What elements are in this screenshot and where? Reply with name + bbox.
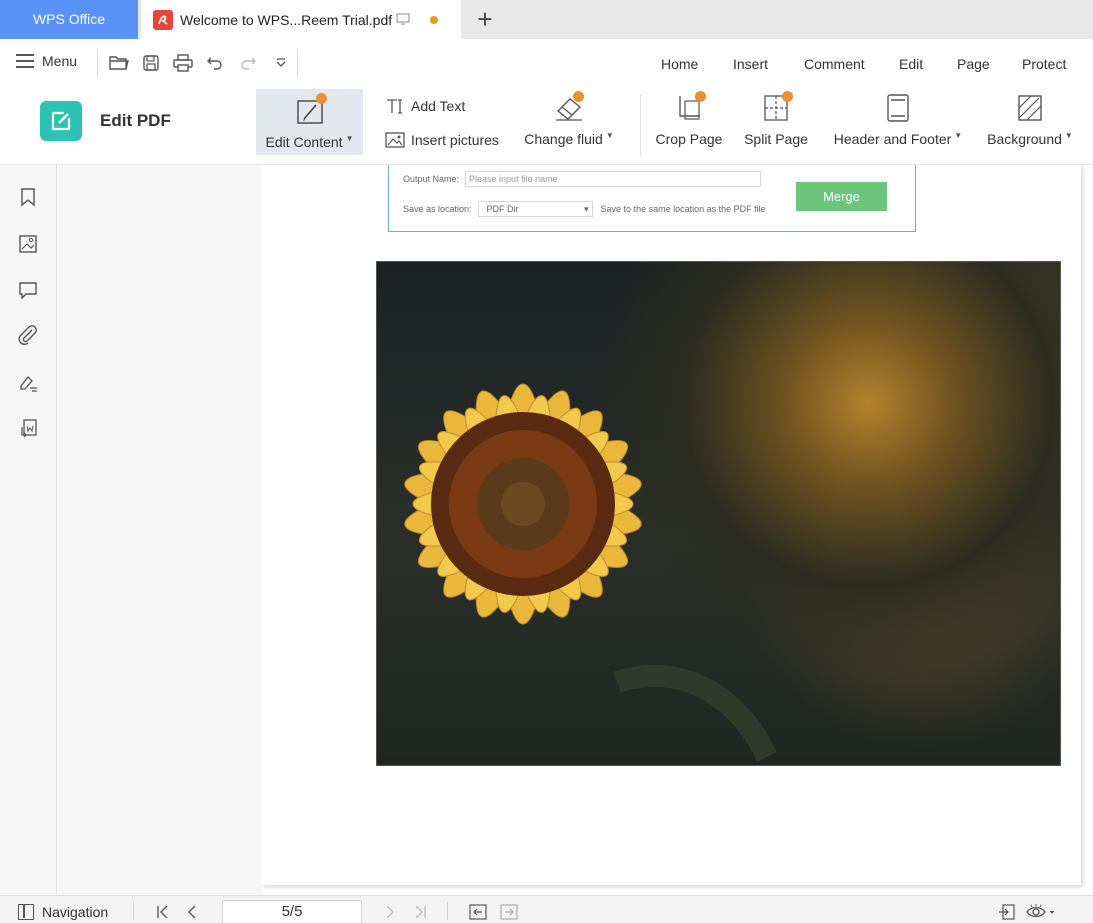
title-bar: WPS Office Welcome to WPS...Reem Trial.p… [0,0,1093,39]
tab-page[interactable]: Page [957,56,990,72]
tab-insert[interactable]: Insert [733,56,768,72]
header-footer-icon [885,91,911,125]
print-icon[interactable] [172,52,194,74]
first-page-icon[interactable] [156,902,170,922]
tab-edit[interactable]: Edit [899,56,923,72]
next-page-icon[interactable] [384,902,396,922]
divider [447,902,448,920]
save-location-label: Save as location: [403,204,472,214]
previous-page-icon[interactable] [186,902,198,922]
crop-page-label: Crop Page [655,131,723,147]
app-tab-wps-office[interactable]: WPS Office [0,0,138,39]
sunflower-illustration [404,383,777,762]
image-thumbnail-icon[interactable] [16,232,40,256]
change-fluid-label: Change fluid [524,131,603,147]
pdf-page: Output Name: Please input file name Save… [261,165,1081,885]
redo-icon[interactable] [237,52,259,74]
customize-quick-access-icon[interactable] [270,52,292,74]
menu-bar: Menu Home Insert Comment Edit Page Prote… [0,39,1093,88]
last-page-icon[interactable] [413,902,427,922]
split-page-icon [762,91,793,125]
divider [640,94,641,156]
unsaved-dot-icon [430,15,439,24]
comment-icon[interactable] [16,278,40,302]
menu-button[interactable]: Menu [16,53,77,69]
save-location-hint: Save to the same location as the PDF fil… [600,204,766,214]
badge-icon [315,93,327,104]
header-footer-button[interactable]: Header and Footer ▼ [828,91,968,147]
background-icon [1017,91,1043,125]
merge-dialog-snapshot: Output Name: Please input file name Save… [388,165,916,232]
forward-icon[interactable] [500,902,518,922]
open-folder-icon[interactable] [108,52,130,74]
picture-icon [384,130,406,150]
edit-pdf-title: Edit PDF [100,111,171,130]
edit-content-icon [295,93,327,129]
split-page-label: Split Page [744,131,808,147]
badge-icon [573,91,584,102]
navigation-panel [58,165,261,895]
save-icon[interactable] [140,52,162,74]
menu-label: Menu [42,53,78,69]
sunflower-photo [376,261,1061,766]
convert-icon[interactable] [16,416,40,440]
edit-content-button[interactable]: Edit Content ▼ [256,89,363,155]
back-icon[interactable] [469,902,487,922]
background-label: Background [987,131,1062,147]
header-footer-label: Header and Footer [833,131,952,147]
output-name-row: Output Name: Please input file name [403,171,762,187]
new-tab-button[interactable]: + [470,4,500,34]
add-text-label: Add Text [411,98,466,114]
crop-page-button[interactable]: Crop Page [653,91,725,147]
save-location-select: PDF Dir [477,201,593,217]
tab-home[interactable]: Home [661,56,698,72]
document-tab-title: Welcome to WPS...Reem Trial.pdf [180,11,393,28]
badge-icon [695,91,706,102]
pdf-file-icon [153,9,173,30]
insert-pictures-label: Insert pictures [411,132,499,148]
bookmark-icon[interactable] [16,185,40,209]
panel-icon [18,904,34,920]
output-name-field: Please input file name [465,171,762,187]
navigation-toggle[interactable]: Navigation [18,904,108,920]
change-fluid-button[interactable]: Change fluid ▼ [519,91,619,147]
wps-pdf-window: WPS Office Welcome to WPS...Reem Trial.p… [0,0,1093,923]
left-sidebar [0,165,57,895]
badge-icon [782,91,793,102]
merge-button: Merge [796,182,887,211]
output-name-label: Output Name: [403,174,460,184]
edit-pdf-icon [40,101,82,141]
insert-pictures-button[interactable]: Insert pictures [384,130,499,150]
page-number-input[interactable]: 5/5 [222,900,362,923]
edit-content-label: Edit Content [265,134,343,150]
split-page-button[interactable]: Split Page [741,91,811,147]
export-icon[interactable] [998,902,1016,922]
attachment-icon[interactable] [16,323,40,347]
document-tab[interactable]: Welcome to WPS...Reem Trial.pdf [141,0,461,39]
ribbon-toolbar: Edit PDF Edit Content ▼ Add Text Insert p… [0,88,1093,165]
document-area[interactable]: Output Name: Please input file name Save… [261,165,1093,895]
status-bar: Navigation 5/5 [0,895,1093,923]
hamburger-icon [16,54,34,68]
add-text-button[interactable]: Add Text [384,96,465,116]
undo-icon[interactable] [204,52,226,74]
background-button[interactable]: Background ▼ [982,91,1078,147]
eye-protection-icon[interactable] [1026,902,1056,922]
monitor-icon [396,12,410,28]
divider [297,49,298,77]
divider [133,902,134,920]
signature-icon[interactable] [16,370,40,394]
save-location-row: Save as location: PDF Dir Save to the sa… [403,201,766,217]
crop-icon [675,91,706,125]
eraser-icon [552,91,586,125]
tab-comment[interactable]: Comment [804,56,865,72]
tab-protect[interactable]: Protect [1022,56,1066,72]
divider [97,49,98,77]
text-cursor-icon [384,96,406,116]
navigation-label: Navigation [42,904,109,920]
